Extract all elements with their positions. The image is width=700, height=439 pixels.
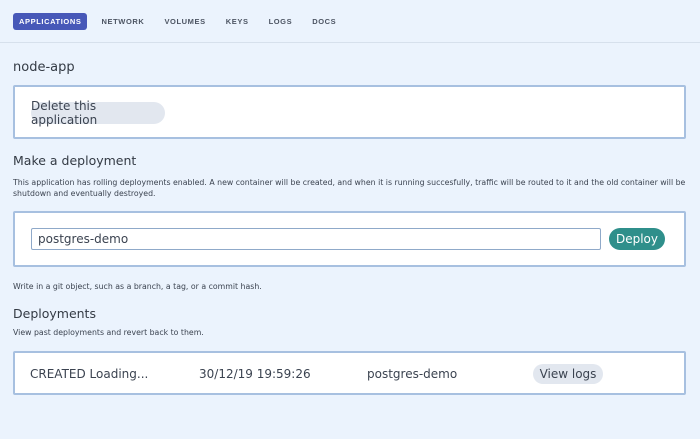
deployment-row: CREATED Loading... 30/12/19 19:59:26 pos… xyxy=(13,351,686,395)
delete-app-card: Delete this application xyxy=(13,85,686,139)
make-deployment-heading: Make a deployment xyxy=(13,153,137,168)
deployments-heading: Deployments xyxy=(13,306,96,321)
git-object-input[interactable] xyxy=(31,228,601,250)
app-name-heading: node-app xyxy=(13,60,75,75)
tab-applications[interactable]: APPLICATIONS xyxy=(13,12,88,30)
view-logs-button[interactable]: View logs xyxy=(533,364,603,384)
tab-volumes[interactable]: VOLUMES xyxy=(164,13,205,30)
tab-network[interactable]: NETWORK xyxy=(101,13,144,30)
tab-docs[interactable]: DOCS xyxy=(312,13,336,30)
delete-application-button[interactable]: Delete this application xyxy=(31,99,165,127)
deployment-commit: postgres-demo xyxy=(367,367,458,381)
deployment-timestamp: 30/12/19 19:59:26 xyxy=(199,367,311,381)
deploy-card: Deploy xyxy=(13,211,686,267)
git-object-hint: Write in a git object, such as a branch,… xyxy=(13,282,262,291)
deployment-status: CREATED Loading... xyxy=(30,367,149,381)
deploy-button[interactable]: Deploy xyxy=(609,228,665,250)
tab-keys[interactable]: KEYS xyxy=(226,13,249,30)
deployment-description: This application has rolling deployments… xyxy=(13,178,686,198)
tab-logs[interactable]: LOGS xyxy=(269,13,293,30)
top-navigation: APPLICATIONS NETWORK VOLUMES KEYS LOGS D… xyxy=(0,0,700,43)
deployments-description: View past deployments and revert back to… xyxy=(13,328,204,337)
